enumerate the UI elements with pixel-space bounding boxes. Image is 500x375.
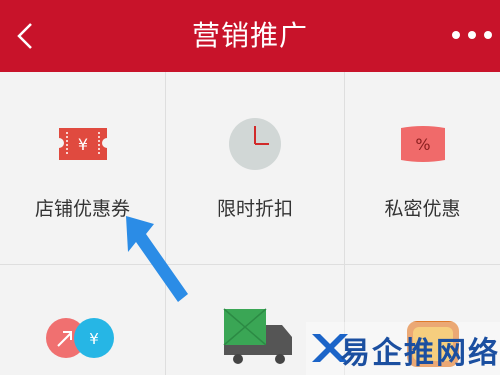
more-dot-icon (452, 31, 460, 39)
yuan-glyph: ¥ (77, 135, 87, 154)
percent-tag-icon: % (391, 114, 455, 174)
clock-icon (223, 114, 287, 174)
grid-item-label: 私密优惠 (384, 198, 461, 220)
page-title: 营销推广 (191, 19, 308, 52)
percent-glyph: % (415, 135, 430, 154)
share-yuan-icon: ¥ (46, 318, 114, 358)
more-dot-icon (484, 31, 492, 39)
watermark-text: 易企推网络 (340, 336, 500, 371)
top-bar: 营销推广 (0, 0, 500, 72)
delivery-truck-icon (223, 308, 292, 364)
grid-item-private-offer[interactable]: % 私密优惠 (345, 72, 500, 264)
more-menu-button[interactable] (452, 28, 492, 42)
yuan-glyph: ¥ (89, 330, 99, 348)
pointer-arrow-icon (126, 216, 188, 302)
more-dot-icon (468, 31, 476, 39)
coupon-icon: ¥ (51, 114, 115, 174)
